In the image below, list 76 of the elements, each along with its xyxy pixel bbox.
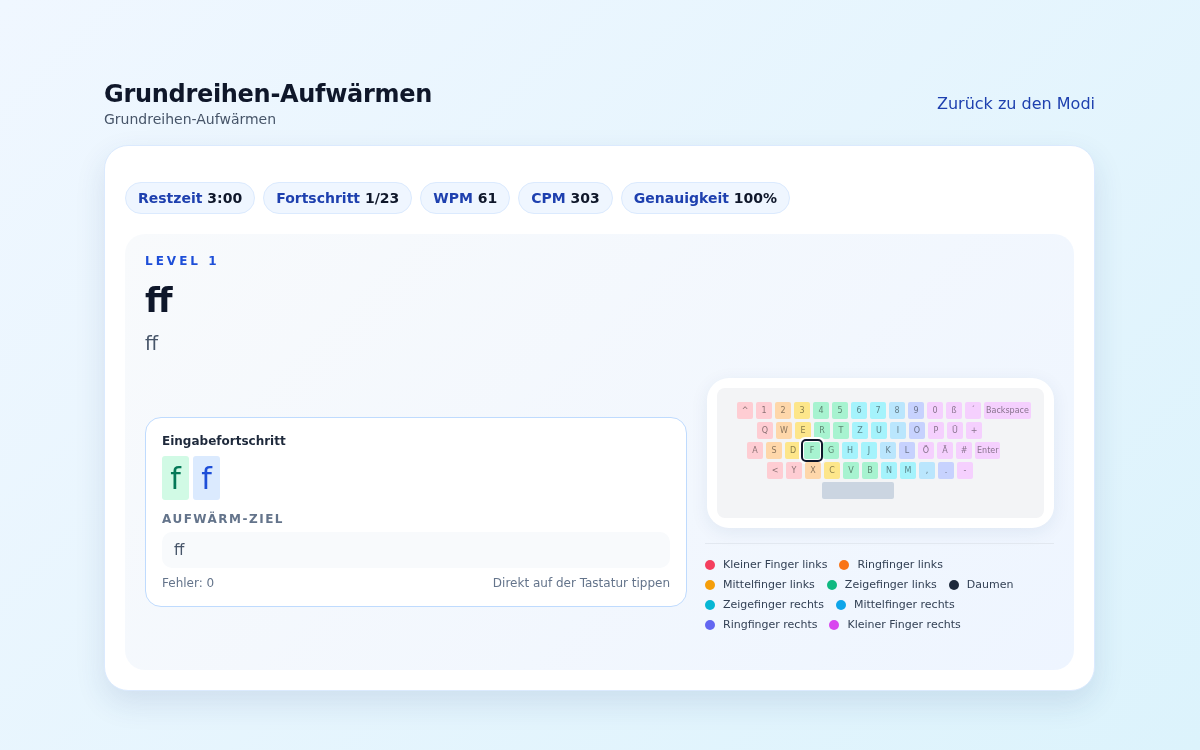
keyboard-key: Ä bbox=[937, 442, 953, 459]
keyboard-key: J bbox=[861, 442, 877, 459]
keyboard-key: 3 bbox=[794, 402, 810, 419]
keyboard-key: B bbox=[862, 462, 878, 479]
instruction-text: Direkt auf der Tastatur tippen bbox=[492, 576, 670, 590]
goal-label: AUFWÄRM-ZIEL bbox=[162, 512, 285, 526]
keyboard-key: W bbox=[776, 422, 792, 439]
goal-text: ff bbox=[162, 532, 670, 568]
keyboard-key: 9 bbox=[908, 402, 924, 419]
keyboard-key: K bbox=[880, 442, 896, 459]
keyboard-key: . bbox=[938, 462, 954, 479]
keyboard-key: ^ bbox=[737, 402, 753, 419]
keyboard-key: A bbox=[747, 442, 763, 459]
legend-label: Daumen bbox=[966, 578, 1014, 591]
level-label: LEVEL 1 bbox=[145, 254, 221, 268]
typed-char: f bbox=[162, 456, 189, 500]
keyboard-key: Z bbox=[852, 422, 868, 439]
keyboard-key: E bbox=[795, 422, 811, 439]
keyboard-key: # bbox=[956, 442, 972, 459]
keyboard-key: U bbox=[871, 422, 887, 439]
keyboard-key: I bbox=[890, 422, 906, 439]
keyboard-key: 5 bbox=[832, 402, 848, 419]
keyboard-key: < bbox=[767, 462, 783, 479]
keyboard-key: Y bbox=[786, 462, 802, 479]
stat-pill: CPM 303 bbox=[518, 182, 613, 214]
stat-pill: Fortschritt 1/23 bbox=[263, 182, 413, 214]
legend-label: Ringfinger rechts bbox=[723, 618, 818, 631]
input-progress-title: Eingabefortschritt bbox=[162, 434, 287, 448]
keyboard-key: 0 bbox=[927, 402, 943, 419]
keyboard-key: ß bbox=[946, 402, 962, 419]
stat-pill: WPM 61 bbox=[420, 182, 511, 214]
keyboard-key: D bbox=[785, 442, 801, 459]
keyboard-key: V bbox=[843, 462, 859, 479]
legend-label: Zeigefinger rechts bbox=[723, 598, 824, 611]
keyboard-key: Q bbox=[757, 422, 773, 439]
legend-label: Ringfinger links bbox=[857, 558, 943, 571]
legend-label: Kleiner Finger links bbox=[723, 558, 828, 571]
keyboard-key: Ö bbox=[918, 442, 934, 459]
keyboard-key: 7 bbox=[870, 402, 886, 419]
keyboard-key: R bbox=[814, 422, 830, 439]
back-link[interactable]: Zurück zu den Modi bbox=[937, 94, 1095, 113]
legend-label: Mittelfinger rechts bbox=[853, 598, 955, 611]
keyboard-key: Enter bbox=[975, 442, 1001, 459]
keyboard-key: - bbox=[957, 462, 973, 479]
keyboard-key: X bbox=[805, 462, 821, 479]
keyboard-key: O bbox=[909, 422, 925, 439]
keyboard-key: L bbox=[899, 442, 915, 459]
legend-label: Zeigefinger links bbox=[844, 578, 937, 591]
keyboard-key: G bbox=[823, 442, 839, 459]
keyboard-key: 6 bbox=[851, 402, 867, 419]
keyboard-key: + bbox=[966, 422, 982, 439]
keyboard-key: Backspace bbox=[984, 402, 1031, 419]
keyboard-key: 1 bbox=[756, 402, 772, 419]
target-hint: ff bbox=[145, 332, 160, 354]
page-title: Grundreihen-Aufwärmen bbox=[104, 80, 432, 108]
keyboard-key: C bbox=[824, 462, 840, 479]
legend-label: Kleiner Finger rechts bbox=[847, 618, 961, 631]
stat-pill: Genauigkeit 100% bbox=[620, 182, 791, 214]
keyboard-key: 2 bbox=[775, 402, 791, 419]
keyboard-key: N bbox=[881, 462, 897, 479]
keyboard-key: Ü bbox=[947, 422, 963, 439]
error-count: Fehler: 0 bbox=[162, 576, 215, 590]
keyboard-key: , bbox=[919, 462, 935, 479]
legend-label: Mittelfinger links bbox=[723, 578, 815, 591]
keyboard-key: P bbox=[928, 422, 944, 439]
keyboard-key: M bbox=[900, 462, 916, 479]
keyboard-key: ´ bbox=[965, 402, 981, 419]
keyboard-key: T bbox=[833, 422, 849, 439]
keyboard-key: 8 bbox=[889, 402, 905, 419]
keyboard-key: S bbox=[766, 442, 782, 459]
typed-char: f bbox=[193, 456, 220, 500]
keyboard-key: 4 bbox=[813, 402, 829, 419]
page-subtitle: Grundreihen-Aufwärmen bbox=[104, 111, 278, 127]
stat-pill: Restzeit 3:00 bbox=[125, 182, 256, 214]
target-text: ff bbox=[145, 280, 174, 320]
keyboard-key: H bbox=[842, 442, 858, 459]
